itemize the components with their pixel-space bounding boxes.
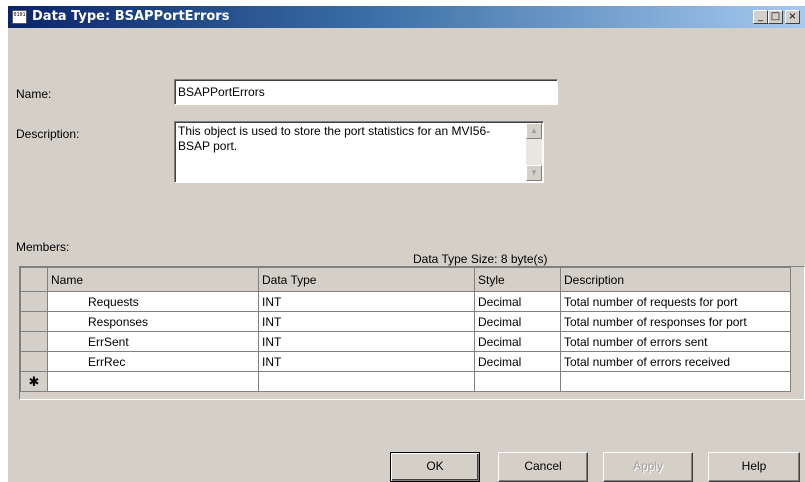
member-data-type[interactable]: INT — [258, 291, 475, 312]
new-member-style[interactable] — [474, 371, 561, 392]
new-member-name[interactable] — [47, 371, 259, 392]
row-selector[interactable] — [20, 331, 48, 352]
description-label: Description: — [16, 127, 80, 141]
column-header-data-type[interactable]: Data Type — [258, 267, 475, 292]
window-title: Data Type: BSAPPortErrors — [32, 9, 230, 24]
member-data-type[interactable]: INT — [258, 351, 475, 372]
description-input[interactable]: This object is used to store the port st… — [174, 121, 544, 183]
scroll-up-icon[interactable]: ▲ — [526, 123, 542, 139]
member-description[interactable]: Total number of responses for port — [560, 311, 791, 332]
data-type-icon: 0101 — [12, 10, 27, 24]
member-name[interactable]: Responses — [47, 311, 259, 332]
new-member-row[interactable]: ✱ — [20, 371, 791, 392]
description-scrollbar[interactable]: ▲ ▼ — [526, 123, 542, 181]
member-name[interactable]: Requests — [47, 291, 259, 312]
row-selector[interactable] — [20, 311, 48, 332]
table-row[interactable]: Responses INT Decimal Total number of re… — [20, 311, 791, 332]
data-type-size: Data Type Size: 8 byte(s) — [413, 252, 548, 266]
members-table: Name Data Type Style Description Request… — [20, 267, 791, 392]
table-header: Name Data Type Style Description — [20, 267, 791, 292]
cancel-button[interactable]: Cancel — [498, 452, 588, 482]
maximize-button[interactable]: □ — [768, 10, 783, 24]
close-button[interactable]: × — [785, 10, 800, 24]
member-description[interactable]: Total number of requests for port — [560, 291, 791, 312]
table-row[interactable]: ErrSent INT Decimal Total number of erro… — [20, 331, 791, 352]
scroll-down-icon[interactable]: ▼ — [526, 165, 542, 181]
member-style[interactable]: Decimal — [474, 291, 561, 312]
name-input[interactable]: BSAPPortErrors — [174, 79, 558, 105]
member-description[interactable]: Total number of errors sent — [560, 331, 791, 352]
table-row[interactable]: Requests INT Decimal Total number of req… — [20, 291, 791, 312]
member-description[interactable]: Total number of errors received — [560, 351, 791, 372]
minimize-button[interactable]: _ — [753, 10, 768, 24]
apply-button[interactable]: Apply — [603, 452, 693, 482]
member-data-type[interactable]: INT — [258, 331, 475, 352]
column-header-description[interactable]: Description — [560, 267, 791, 292]
member-style[interactable]: Decimal — [474, 311, 561, 332]
row-selector-header[interactable] — [20, 267, 48, 292]
row-selector[interactable] — [20, 291, 48, 312]
member-style[interactable]: Decimal — [474, 331, 561, 352]
members-grid: Name Data Type Style Description Request… — [19, 266, 805, 400]
title-bar[interactable]: 0101 Data Type: BSAPPortErrors _ □ × — [8, 6, 805, 28]
new-member-data-type[interactable] — [258, 371, 475, 392]
member-data-type[interactable]: INT — [258, 311, 475, 332]
new-member-description[interactable] — [560, 371, 791, 392]
name-label: Name: — [16, 87, 52, 101]
member-name[interactable]: ErrSent — [47, 331, 259, 352]
members-label: Members: — [16, 240, 70, 254]
row-selector[interactable] — [20, 351, 48, 372]
table-row[interactable]: ErrRec INT Decimal Total number of error… — [20, 351, 791, 372]
column-header-style[interactable]: Style — [474, 267, 561, 292]
data-type-dialog: 0101 Data Type: BSAPPortErrors _ □ × Nam… — [7, 5, 805, 482]
column-header-name[interactable]: Name — [47, 267, 259, 292]
new-row-icon[interactable]: ✱ — [20, 371, 48, 392]
ok-button[interactable]: OK — [390, 452, 480, 482]
member-style[interactable]: Decimal — [474, 351, 561, 372]
member-name[interactable]: ErrRec — [47, 351, 259, 372]
help-button[interactable]: Help — [708, 452, 800, 482]
